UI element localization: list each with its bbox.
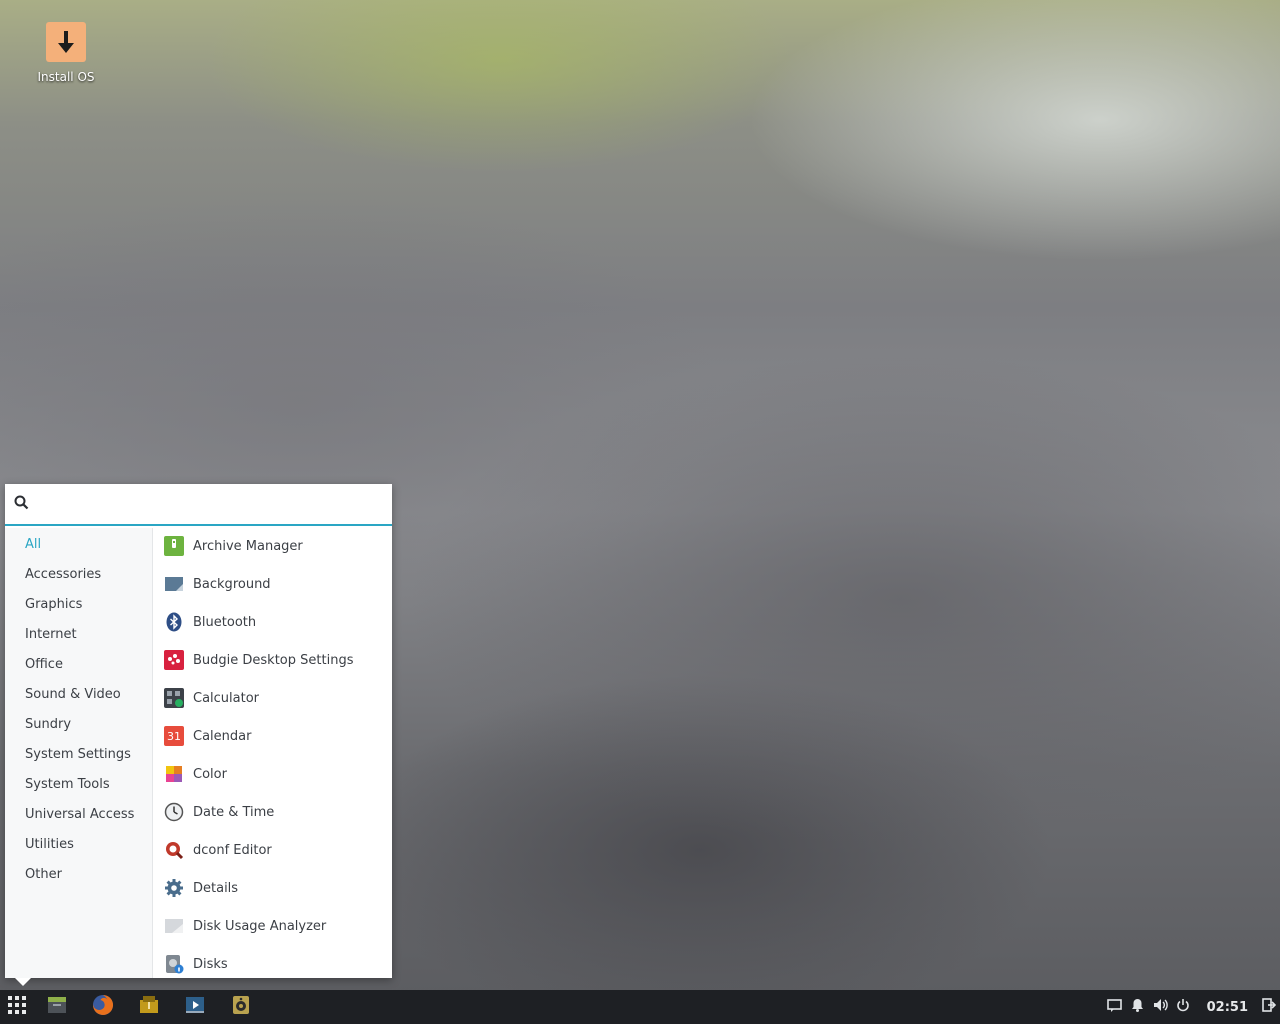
firefox-icon <box>91 993 115 1021</box>
budgie-icon <box>164 650 184 670</box>
calendar-icon: 31 <box>164 726 184 746</box>
system-tray: 02:51 <box>1103 990 1280 1024</box>
background-icon <box>164 574 184 594</box>
app-archive-manager[interactable]: Archive Manager <box>153 528 392 565</box>
category-graphics[interactable]: Graphics <box>5 590 152 620</box>
app-label: Bluetooth <box>193 614 257 630</box>
category-internet[interactable]: Internet <box>5 620 152 650</box>
app-budgie-desktop-settings[interactable]: Budgie Desktop Settings <box>153 641 392 679</box>
app-label: Budgie Desktop Settings <box>193 652 354 668</box>
logout-button[interactable] <box>1258 990 1280 1024</box>
app-label: Calculator <box>193 690 260 706</box>
desktop-icon-label: Install OS <box>37 70 95 84</box>
color-icon <box>164 764 184 784</box>
calculator-icon <box>164 688 184 708</box>
bluetooth-icon <box>164 612 184 632</box>
notifications-panel-icon <box>1106 998 1122 1016</box>
app-bluetooth[interactable]: Bluetooth <box>153 603 392 641</box>
disks-icon <box>164 954 184 974</box>
bell-icon <box>1131 998 1144 1016</box>
archive-icon <box>164 536 184 556</box>
video-player-icon <box>184 994 206 1020</box>
power-button[interactable] <box>1172 990 1195 1024</box>
app-label: Color <box>193 766 227 782</box>
file-manager-icon <box>46 994 68 1020</box>
volume-button[interactable] <box>1149 990 1172 1024</box>
speaker-icon <box>230 994 252 1020</box>
app-disk-usage-analyzer[interactable]: Disk Usage Analyzer <box>153 907 392 945</box>
category-list: All Accessories Graphics Internet Office… <box>5 528 153 978</box>
app-date-time[interactable]: Date & Time <box>153 793 392 831</box>
app-label: Background <box>193 576 271 592</box>
app-label: Disks <box>193 956 228 972</box>
app-background[interactable]: Background <box>153 565 392 603</box>
category-universal-access[interactable]: Universal Access <box>5 800 152 830</box>
download-icon <box>46 22 86 62</box>
archive-icon <box>138 994 160 1020</box>
logout-icon <box>1262 998 1277 1016</box>
clock[interactable]: 02:51 <box>1195 1000 1258 1015</box>
app-label: Details <box>193 880 239 896</box>
app-menu-icon <box>7 995 27 1019</box>
app-label: Disk Usage Analyzer <box>193 918 327 934</box>
app-label: Calendar <box>193 728 252 744</box>
app-menu-button[interactable] <box>0 990 34 1024</box>
search-input[interactable] <box>37 495 392 513</box>
clock-icon <box>164 802 184 822</box>
app-list: Archive Manager Background Bluetooth Bud… <box>153 528 392 978</box>
calendar-badge: 31 <box>167 729 181 743</box>
search-icon <box>14 495 29 514</box>
gear-icon <box>164 878 184 898</box>
firefox-button[interactable] <box>80 990 126 1024</box>
dconf-icon <box>164 840 184 860</box>
category-sundry[interactable]: Sundry <box>5 710 152 740</box>
app-calculator[interactable]: Calculator <box>153 679 392 717</box>
category-sound-video[interactable]: Sound & Video <box>5 680 152 710</box>
application-menu: All Accessories Graphics Internet Office… <box>5 484 392 986</box>
taskbar: 02:51 <box>0 990 1280 1024</box>
notifications-panel-button[interactable] <box>1103 990 1126 1024</box>
app-label: Date & Time <box>193 804 275 820</box>
disk-usage-icon <box>164 916 184 936</box>
power-icon <box>1176 998 1190 1016</box>
app-disks[interactable]: Disks <box>153 945 392 978</box>
category-system-settings[interactable]: System Settings <box>5 740 152 770</box>
app-label: dconf Editor <box>193 842 272 858</box>
category-utilities[interactable]: Utilities <box>5 830 152 860</box>
video-player-button[interactable] <box>172 990 218 1024</box>
speaker-app-button[interactable] <box>218 990 264 1024</box>
category-accessories[interactable]: Accessories <box>5 560 152 590</box>
category-all[interactable]: All <box>5 530 152 560</box>
app-color[interactable]: Color <box>153 755 392 793</box>
file-manager-button[interactable] <box>34 990 80 1024</box>
bell-button[interactable] <box>1126 990 1149 1024</box>
app-details[interactable]: Details <box>153 869 392 907</box>
archive-manager-button[interactable] <box>126 990 172 1024</box>
category-system-tools[interactable]: System Tools <box>5 770 152 800</box>
search-bar <box>5 484 392 526</box>
app-label: Archive Manager <box>193 538 303 554</box>
desktop-icon-install-os[interactable]: Install OS <box>30 22 102 84</box>
app-dconf-editor[interactable]: dconf Editor <box>153 831 392 869</box>
volume-icon <box>1153 998 1168 1016</box>
category-other[interactable]: Other <box>5 860 152 890</box>
category-office[interactable]: Office <box>5 650 152 680</box>
app-calendar[interactable]: 31 Calendar <box>153 717 392 755</box>
